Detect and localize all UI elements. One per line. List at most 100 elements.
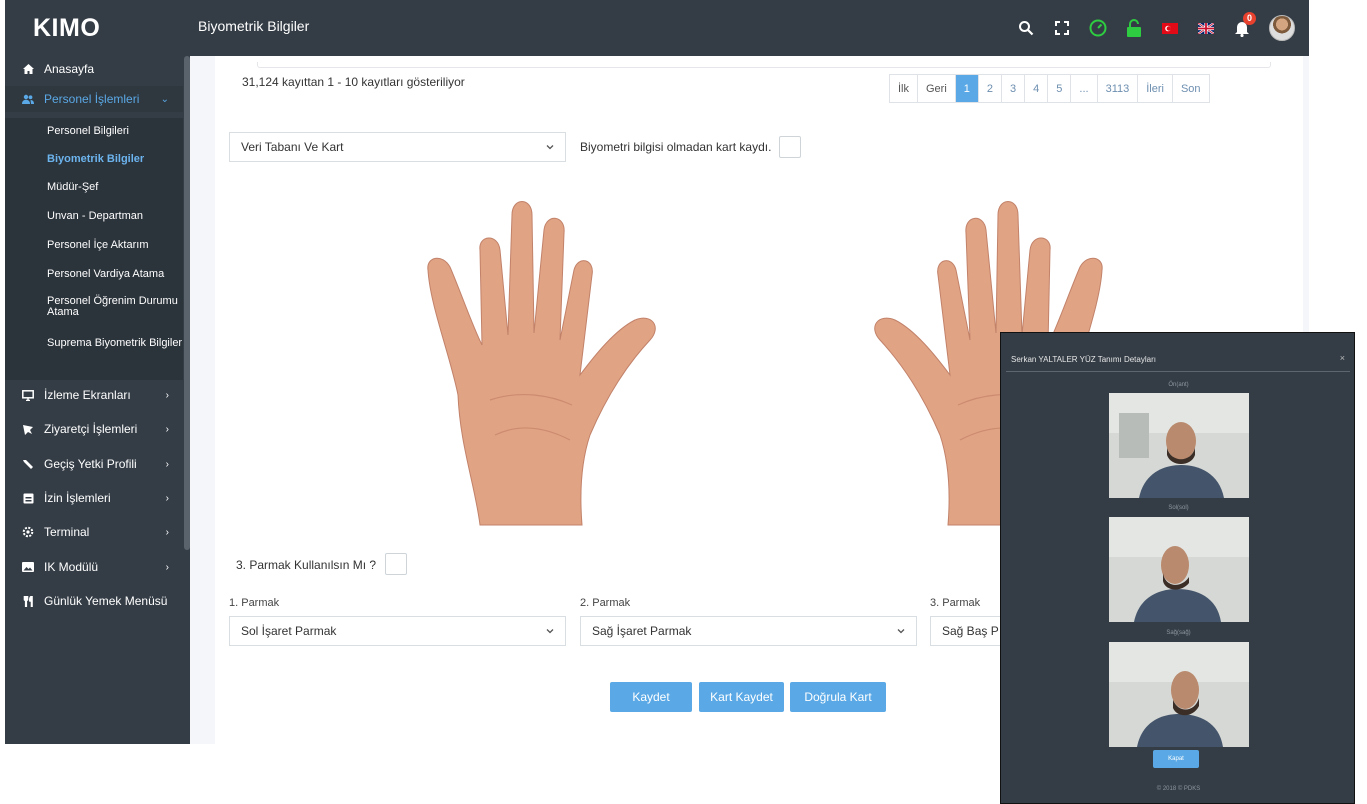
page-2[interactable]: 2 bbox=[977, 75, 1002, 102]
sidebar-item-access-profile[interactable]: Geçiş Yetki Profili › bbox=[5, 451, 183, 477]
top-icon-bar: 0 bbox=[1017, 12, 1295, 44]
sidebar-item-label: IK Modülü bbox=[44, 560, 99, 574]
page-4[interactable]: 4 bbox=[1024, 75, 1048, 102]
submenu-item-suprema-biometric[interactable]: Suprema Biyometrik Bilgiler bbox=[47, 338, 183, 349]
finger-3-label: 3. Parmak bbox=[930, 597, 981, 609]
mode-select-value: Veri Tabanı Ve Kart bbox=[241, 140, 344, 154]
finger-2-select[interactable]: Sağ İşaret Parmak bbox=[580, 616, 917, 646]
face-details-modal: Serkan YALTALER YÜZ Tanımı Detayları × Ö… bbox=[1000, 332, 1355, 804]
modal-title: Serkan YALTALER YÜZ Tanımı Detayları bbox=[1011, 355, 1156, 364]
image-icon bbox=[21, 562, 35, 572]
close-icon[interactable]: × bbox=[1340, 353, 1345, 363]
finger-1-value: Sol İşaret Parmak bbox=[241, 624, 337, 638]
chevron-right-icon: › bbox=[165, 390, 169, 401]
page-first[interactable]: İlk bbox=[890, 75, 917, 102]
sidebar-item-monitoring[interactable]: İzleme Ekranları › bbox=[5, 382, 183, 408]
unlock-icon[interactable] bbox=[1125, 19, 1143, 37]
save-button[interactable]: Kaydet bbox=[610, 682, 692, 712]
sidebar-item-home[interactable]: Anasayfa bbox=[5, 56, 183, 82]
sidebar-item-daily-menu[interactable]: Günlük Yemek Menüsü bbox=[5, 588, 183, 614]
photo-caption-right: Sağ(sağ) bbox=[1166, 630, 1191, 636]
submenu-item-manager-chief[interactable]: Müdür-Şef bbox=[47, 182, 183, 193]
modal-divider bbox=[1006, 371, 1350, 372]
finger-2-label: 2. Parmak bbox=[580, 597, 631, 609]
top-bar: KIMO Biyometrik Bilgiler 0 bbox=[5, 0, 1309, 56]
chevron-right-icon: › bbox=[165, 527, 169, 538]
sidebar-item-leave[interactable]: İzin İşlemleri › bbox=[5, 485, 183, 511]
users-icon bbox=[21, 94, 35, 104]
sidebar-item-label: Terminal bbox=[44, 525, 90, 539]
finger-1-label: 1. Parmak bbox=[229, 597, 280, 609]
uk-flag-icon[interactable] bbox=[1197, 19, 1215, 37]
sidebar-item-hr-module[interactable]: IK Modülü › bbox=[5, 554, 183, 580]
face-photo-right[interactable] bbox=[1109, 642, 1249, 747]
speedometer-icon[interactable] bbox=[1089, 19, 1107, 37]
card-top-edge bbox=[257, 62, 1271, 68]
verify-card-button[interactable]: Doğrula Kart bbox=[790, 682, 886, 712]
user-avatar[interactable] bbox=[1269, 15, 1295, 41]
chevron-right-icon: › bbox=[165, 459, 169, 470]
page-3[interactable]: 3 bbox=[1001, 75, 1025, 102]
chevron-right-icon: › bbox=[165, 424, 169, 435]
third-finger-checkbox[interactable] bbox=[385, 553, 407, 575]
chevron-right-icon: › bbox=[165, 493, 169, 504]
visitor-icon bbox=[21, 424, 35, 435]
submenu-item-title-department[interactable]: Unvan - Departman bbox=[47, 211, 183, 222]
home-icon bbox=[21, 64, 35, 74]
photo-caption-left: Sol(sol) bbox=[1168, 505, 1189, 511]
submenu-item-education-status[interactable]: Personel Öğrenim Durumu Atama bbox=[47, 296, 183, 318]
fullscreen-icon[interactable] bbox=[1053, 19, 1071, 37]
sidebar-item-label: Anasayfa bbox=[44, 62, 95, 76]
page-1[interactable]: 1 bbox=[954, 75, 978, 102]
chevron-down-icon bbox=[897, 629, 905, 634]
face-photo-left[interactable] bbox=[1109, 517, 1249, 622]
monitor-icon bbox=[21, 389, 35, 401]
cutlery-icon bbox=[21, 595, 35, 607]
turkish-flag-icon[interactable] bbox=[1161, 19, 1179, 37]
page-next[interactable]: İleri bbox=[1137, 75, 1172, 102]
submenu-item-biometric-info[interactable]: Biyometrik Bilgiler bbox=[47, 154, 183, 165]
face-photo-front[interactable] bbox=[1109, 393, 1249, 498]
gear-icon bbox=[21, 526, 35, 538]
chevron-down-icon bbox=[546, 629, 554, 634]
left-hand-image[interactable] bbox=[420, 195, 670, 535]
chevron-down-icon bbox=[546, 145, 554, 150]
sidebar-submenu: Personel Bilgileri Biyometrik Bilgiler M… bbox=[5, 118, 183, 380]
save-card-button[interactable]: Kart Kaydet bbox=[699, 682, 784, 712]
sidebar-item-label: Günlük Yemek Menüsü bbox=[44, 594, 168, 608]
sidebar-item-label: Personel İşlemleri bbox=[44, 92, 140, 106]
page-ellipsis: ... bbox=[1070, 75, 1097, 102]
page-5[interactable]: 5 bbox=[1047, 75, 1071, 102]
submenu-item-personnel-info[interactable]: Personel Bilgileri bbox=[47, 126, 183, 137]
sidebar-item-visitor[interactable]: Ziyaretçi İşlemleri › bbox=[5, 416, 183, 442]
card-only-label: Biyometri bilgisi olmadan kart kaydı. bbox=[580, 140, 772, 154]
key-icon bbox=[21, 459, 35, 470]
submenu-item-personnel-import[interactable]: Personel İçe Aktarım bbox=[47, 240, 183, 251]
third-finger-label: 3. Parmak Kullanılsın Mı ? bbox=[236, 558, 377, 572]
sidebar-item-label: İzleme Ekranları bbox=[44, 388, 131, 402]
page-last[interactable]: Son bbox=[1171, 75, 1209, 102]
modal-footer: © 2018 © PDKS bbox=[1156, 786, 1201, 792]
record-count-info: 31,124 kayıttan 1 - 10 kayıtları gösteri… bbox=[242, 75, 465, 89]
search-icon[interactable] bbox=[1017, 19, 1035, 37]
bell-icon[interactable]: 0 bbox=[1233, 12, 1256, 37]
sidebar-item-label: Ziyaretçi İşlemleri bbox=[44, 422, 138, 436]
submenu-item-shift-assignment[interactable]: Personel Vardiya Atama bbox=[47, 269, 183, 280]
card-only-checkbox[interactable] bbox=[779, 136, 801, 158]
sidebar-item-label: Geçiş Yetki Profili bbox=[44, 457, 137, 471]
photo-caption-front: Ön(ant) bbox=[1168, 382, 1189, 388]
notification-badge: 0 bbox=[1243, 12, 1256, 25]
sidebar-item-terminal[interactable]: Terminal › bbox=[5, 519, 183, 545]
finger-1-select[interactable]: Sol İşaret Parmak bbox=[229, 616, 566, 646]
finger-2-value: Sağ İşaret Parmak bbox=[592, 624, 692, 638]
brand-logo[interactable]: KIMO bbox=[33, 14, 100, 43]
sidebar: Anasayfa Personel İşlemleri ⌄ Personel B… bbox=[5, 56, 190, 744]
sidebar-item-personnel[interactable]: Personel İşlemleri ⌄ bbox=[5, 86, 183, 112]
modal-close-button[interactable]: Kapat bbox=[1153, 750, 1199, 768]
pagination: İlk Geri 1 2 3 4 5 ... 3113 İleri Son bbox=[889, 74, 1210, 103]
page-last-number[interactable]: 3113 bbox=[1096, 75, 1138, 102]
finger-3-value: Sağ Baş P bbox=[942, 624, 999, 638]
page-prev[interactable]: Geri bbox=[917, 75, 955, 102]
calendar-icon bbox=[21, 492, 35, 504]
mode-select[interactable]: Veri Tabanı Ve Kart bbox=[229, 132, 566, 162]
